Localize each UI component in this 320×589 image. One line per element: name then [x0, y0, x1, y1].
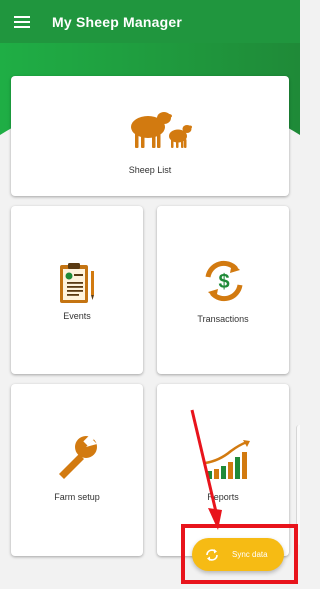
sheep-list-card[interactable]: Sheep List [11, 76, 289, 196]
transactions-card[interactable]: $ Transactions [157, 206, 289, 374]
sheep-icon [126, 106, 196, 150]
transactions-label: Transactions [197, 314, 249, 324]
svg-text:$: $ [218, 271, 229, 293]
events-label: Events [63, 311, 91, 321]
events-card[interactable]: Events [11, 206, 143, 374]
dollar-cycle-icon: $ [202, 259, 246, 303]
wrench-icon [53, 432, 101, 480]
hamburger-menu-icon[interactable] [2, 0, 42, 43]
farm-setup-label: Farm setup [54, 492, 100, 502]
app-title: My Sheep Manager [52, 13, 183, 30]
sheep-list-label: Sheep List [128, 165, 172, 175]
clipboard-icon [58, 261, 98, 307]
annotation-arrow [180, 408, 240, 538]
annotation-highlight-box [181, 524, 298, 584]
farm-setup-card[interactable]: Farm setup [11, 384, 143, 556]
app-bar: My Sheep Manager [0, 0, 300, 43]
